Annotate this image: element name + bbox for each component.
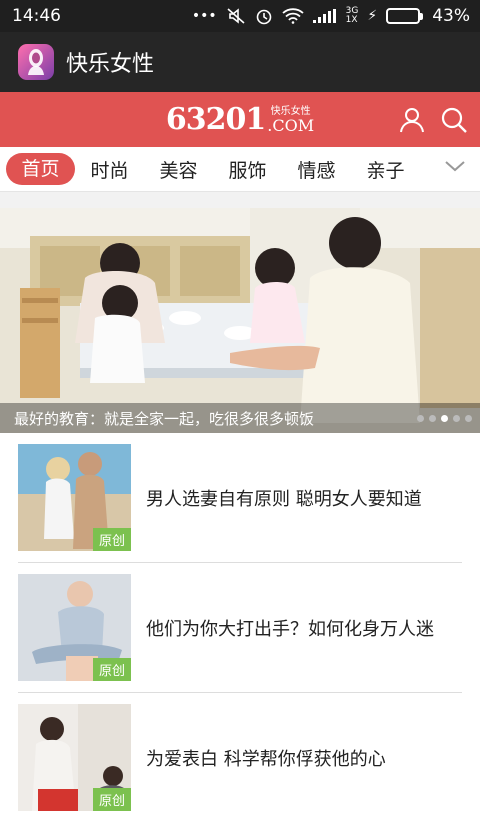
carousel-dots xyxy=(417,414,472,422)
tab-fashion[interactable]: 时尚 xyxy=(75,156,144,183)
article-thumbnail: 原创 xyxy=(18,444,131,551)
list-item[interactable]: 原创 男人选妻自有原则 聪明女人要知道 xyxy=(0,433,480,563)
wifi-icon xyxy=(282,8,304,24)
status-icons: ••• 3G 1X ⚡ 43% xyxy=(192,6,470,26)
battery-icon xyxy=(386,8,424,24)
list-item[interactable]: 原创 为爱表白 科学帮你俘获他的心 xyxy=(0,693,480,823)
app-logo-icon xyxy=(18,44,54,80)
app-title: 快乐女性 xyxy=(66,52,155,77)
network-type: 3G 1X xyxy=(345,6,359,25)
chevron-down-icon[interactable] xyxy=(444,159,466,173)
carousel-dot-active[interactable] xyxy=(441,414,448,422)
app-bar: 快乐女性 xyxy=(0,32,480,92)
logo-dotcom: .COM xyxy=(267,116,315,135)
tab-clothing[interactable]: 服饰 xyxy=(213,156,282,183)
alarm-icon xyxy=(256,9,271,25)
carousel-dot[interactable] xyxy=(453,414,460,422)
article-thumbnail: 原创 xyxy=(18,704,131,811)
article-title: 男人选妻自有原则 聪明女人要知道 xyxy=(146,489,422,510)
original-badge: 原创 xyxy=(92,528,131,551)
brand-bar: 63201 快乐女性 .COM xyxy=(0,92,480,147)
status-bar: 14:46 ••• 3G 1X ⚡ 43% xyxy=(0,0,480,32)
carousel-dot[interactable] xyxy=(465,414,472,422)
category-tabs: 首页 时尚 美容 服饰 情感 亲子 xyxy=(0,147,480,192)
battery-percent: 43% xyxy=(432,6,470,26)
carousel-dot[interactable] xyxy=(417,414,424,422)
tab-emotion[interactable]: 情感 xyxy=(282,156,351,183)
article-title: 为爱表白 科学帮你俘获他的心 xyxy=(146,749,386,770)
tab-home[interactable]: 首页 xyxy=(6,153,75,185)
hero-banner[interactable]: 最好的教育：就是全家一起，吃很多很多顿饭 xyxy=(0,208,480,433)
list-item[interactable]: 原创 他们为你大打出手？如何化身万人迷 xyxy=(0,563,480,693)
logo-number: 63201 xyxy=(165,102,266,137)
status-time: 14:46 xyxy=(12,6,61,26)
mute-icon xyxy=(227,8,245,24)
site-logo: 63201 快乐女性 .COM xyxy=(166,102,314,137)
article-title: 他们为你大打出手？如何化身万人迷 xyxy=(146,619,434,640)
carousel-dot[interactable] xyxy=(429,414,436,422)
article-thumbnail: 原创 xyxy=(18,574,131,681)
more-dots-icon: ••• xyxy=(191,8,217,24)
signal-icon xyxy=(312,9,336,23)
tab-parenting[interactable]: 亲子 xyxy=(351,156,420,183)
tab-beauty[interactable]: 美容 xyxy=(144,156,213,183)
article-list: 原创 男人选妻自有原则 聪明女人要知道 原创 他们为你大打出手？如何化身万人迷 xyxy=(0,433,480,823)
original-badge: 原创 xyxy=(92,658,131,681)
hero-caption: 最好的教育：就是全家一起，吃很多很多顿饭 xyxy=(14,409,315,428)
user-icon[interactable] xyxy=(398,106,426,134)
hero-image xyxy=(0,208,480,433)
charging-icon: ⚡ xyxy=(367,8,378,24)
hero-caption-bar: 最好的教育：就是全家一起，吃很多很多顿饭 xyxy=(0,403,480,433)
search-icon[interactable] xyxy=(440,106,468,134)
